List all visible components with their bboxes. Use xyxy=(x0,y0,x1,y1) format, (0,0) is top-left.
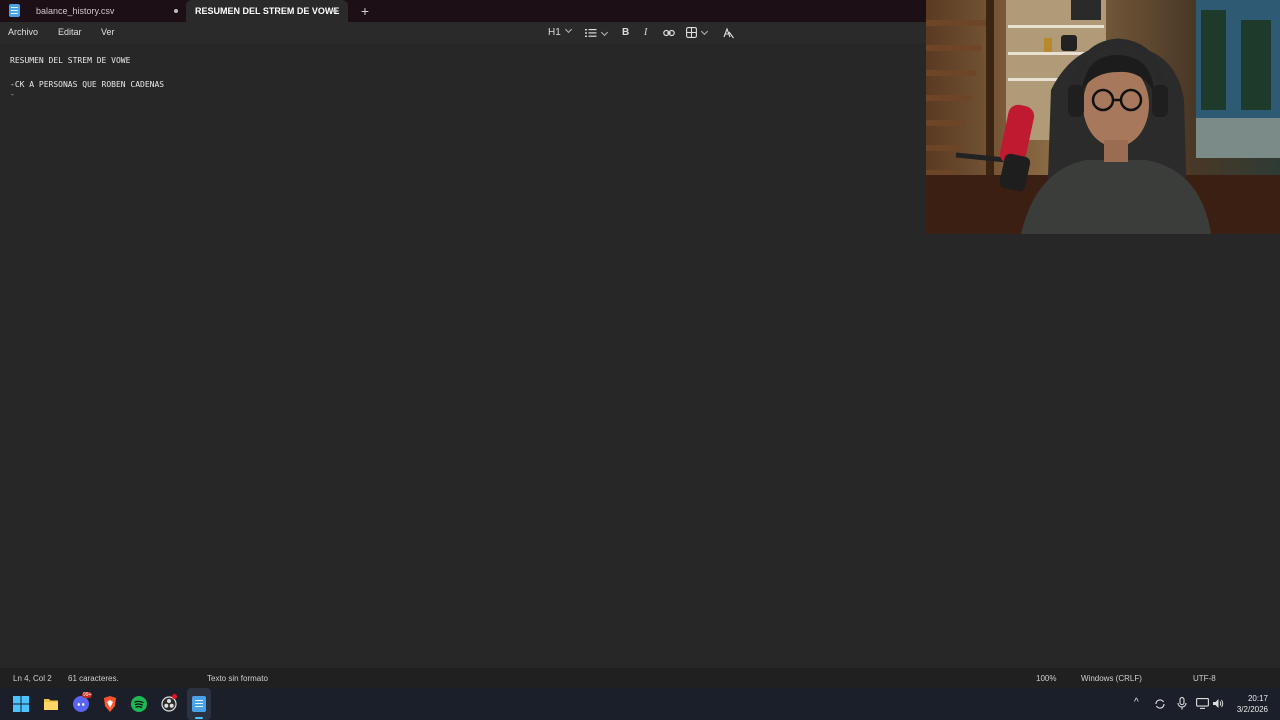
discord-icon xyxy=(73,696,89,712)
chevron-down-icon xyxy=(700,27,709,36)
clock-date: 3/2/2026 xyxy=(1236,705,1268,714)
bold-icon: B xyxy=(622,27,630,38)
unsaved-dot-icon[interactable] xyxy=(333,9,337,13)
status-bar: Ln 4, Col 2 61 caracteres. Texto sin for… xyxy=(0,668,1280,688)
taskbar: 99+ ^ 20:17 3/2/2026 xyxy=(0,688,1280,720)
sync-icon[interactable] xyxy=(1154,698,1166,710)
tab-resumen-active[interactable]: RESUMEN DEL STREM DE VOWE xyxy=(186,0,348,22)
clock[interactable]: 20:17 3/2/2026 xyxy=(1228,693,1268,717)
document-line: - xyxy=(10,90,15,99)
character-count: 61 caracteres. xyxy=(68,674,119,683)
italic-button[interactable]: I xyxy=(644,26,647,40)
notepad-taskbar-item[interactable] xyxy=(187,688,211,720)
webcam-overlay xyxy=(926,0,1280,234)
brave-browser-icon[interactable] xyxy=(102,696,118,712)
tab-title: balance_history.csv xyxy=(36,6,115,16)
notepad-icon xyxy=(192,696,206,712)
discord-app[interactable]: 99+ xyxy=(73,692,93,712)
chevron-down-icon xyxy=(564,25,572,34)
obs-app[interactable] xyxy=(161,694,177,712)
heading-label: H1 xyxy=(548,27,561,38)
notepad-app-icon xyxy=(9,4,20,17)
list-dropdown[interactable] xyxy=(585,26,609,40)
chevron-down-icon xyxy=(600,28,609,37)
menu-archivo[interactable]: Archivo xyxy=(8,27,38,37)
list-icon xyxy=(585,29,597,37)
tab-title: RESUMEN DEL STREM DE VOWE xyxy=(195,6,340,16)
active-indicator xyxy=(195,717,203,719)
menu-editar[interactable]: Editar xyxy=(58,27,82,37)
menu-ver[interactable]: Ver xyxy=(101,27,115,37)
text-format[interactable]: Texto sin formato xyxy=(207,674,268,683)
show-hidden-icons-chevron-icon[interactable]: ^ xyxy=(1134,697,1139,708)
line-ending[interactable]: Windows (CRLF) xyxy=(1081,674,1142,683)
webcam-image xyxy=(926,0,1280,234)
table-icon xyxy=(686,27,697,38)
italic-icon: I xyxy=(644,27,648,38)
file-explorer-icon[interactable] xyxy=(43,696,59,712)
bold-button[interactable]: B xyxy=(622,26,629,40)
windows-start-icon[interactable] xyxy=(13,696,29,712)
document-line: -CK A PERSONAS QUE ROBEN CADENAS xyxy=(10,80,165,89)
document-line: RESUMEN DEL STREM DE VOWE xyxy=(10,56,131,65)
tab-balance-history[interactable]: balance_history.csv xyxy=(26,0,186,22)
clear-formatting-icon xyxy=(723,27,734,39)
link-button[interactable] xyxy=(663,26,675,40)
recording-dot-icon xyxy=(172,694,177,699)
table-dropdown[interactable] xyxy=(686,26,709,40)
clear-formatting-button[interactable] xyxy=(722,26,734,40)
zoom-level[interactable]: 100% xyxy=(1036,674,1056,683)
notification-badge: 99+ xyxy=(82,692,93,698)
clock-time: 20:17 xyxy=(1247,694,1268,703)
microphone-icon[interactable] xyxy=(1177,697,1187,710)
network-icon[interactable] xyxy=(1196,698,1209,709)
link-icon xyxy=(663,29,675,37)
unsaved-dot-icon[interactable] xyxy=(174,9,178,13)
cursor-position: Ln 4, Col 2 xyxy=(13,674,52,683)
encoding[interactable]: UTF-8 xyxy=(1193,674,1216,683)
spotify-icon[interactable] xyxy=(131,696,147,712)
heading-dropdown[interactable]: H1 xyxy=(548,25,572,40)
volume-icon[interactable] xyxy=(1212,698,1224,709)
new-tab-plus-icon[interactable]: + xyxy=(358,3,372,19)
